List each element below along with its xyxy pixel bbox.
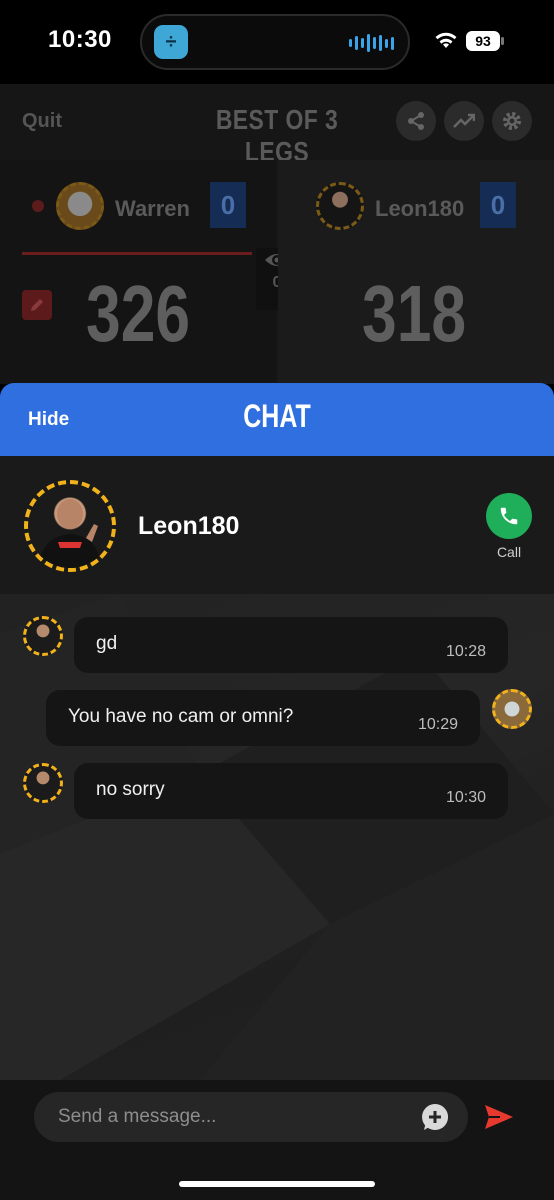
player-card-leon180[interactable]: Leon180 0 318 [278, 160, 554, 384]
message-list[interactable]: gd 10:28 You have no cam or omni? 10:29 … [0, 594, 554, 1080]
clock: 10:30 [48, 26, 112, 53]
remaining-score: 318 [362, 269, 467, 358]
message-input[interactable] [58, 1092, 398, 1142]
legs-won-badge: 0 [210, 182, 246, 228]
player-name: Warren [115, 196, 190, 221]
game-scoreboard: Quit BEST OF 3 LEGS Warren 0 326 0 Leon1… [0, 84, 554, 384]
message-time: 10:29 [417, 716, 458, 733]
dynamic-island[interactable]: ÷ [140, 14, 410, 70]
hide-chat-button[interactable]: Hide [28, 409, 69, 431]
message-text: gd [96, 633, 118, 654]
stats-trend-icon[interactable] [444, 101, 484, 141]
home-indicator[interactable] [179, 1181, 375, 1187]
turn-indicator [32, 200, 44, 212]
battery-icon: 93 [466, 31, 500, 51]
send-icon[interactable] [482, 1100, 516, 1134]
settings-gear-icon[interactable] [492, 101, 532, 141]
avatar [56, 182, 104, 230]
player-name: Leon180 [375, 196, 465, 221]
message-input-wrapper[interactable] [34, 1092, 468, 1142]
share-icon[interactable] [396, 101, 436, 141]
audio-wave-icon [349, 34, 394, 52]
chat-contact-bar: Leon180 Call [0, 456, 554, 594]
players-panel: Warren 0 326 0 Leon180 0 318 [0, 160, 554, 384]
add-emoji-icon[interactable] [420, 1102, 450, 1132]
avatar [23, 763, 63, 803]
call-label: Call [496, 544, 522, 560]
message-time: 10:28 [445, 643, 486, 660]
chat-header: Hide CHAT [0, 383, 554, 456]
match-format-title: BEST OF 3 LEGS [215, 104, 339, 167]
status-bar: 10:30 ÷ 93 [0, 0, 554, 84]
chat-title: CHAT [243, 398, 311, 434]
message-time: 10:30 [445, 789, 486, 806]
phone-icon [500, 507, 518, 525]
message-text: You have no cam or omni? [68, 706, 294, 727]
player-card-warren[interactable]: Warren 0 326 [0, 160, 276, 384]
active-player-underline [22, 252, 252, 255]
edit-score-button[interactable] [22, 290, 52, 320]
quit-button[interactable]: Quit [22, 110, 62, 133]
avatar [316, 182, 364, 230]
game-topbar: Quit BEST OF 3 LEGS [0, 84, 554, 167]
remaining-score: 326 [86, 269, 191, 358]
message-bubble: no sorry 10:30 [74, 763, 508, 819]
avatar[interactable] [24, 480, 116, 572]
legs-won-badge: 0 [480, 182, 516, 228]
avatar [492, 689, 532, 729]
message-text: no sorry [96, 779, 165, 800]
battery-tip [501, 37, 504, 45]
wifi-icon [435, 32, 457, 48]
message-bubble: gd 10:28 [74, 617, 508, 673]
call-button[interactable] [486, 493, 532, 539]
pencil-icon [31, 299, 43, 311]
avatar [23, 616, 63, 656]
message-bubble: You have no cam or omni? 10:29 [46, 690, 480, 746]
app-icon: ÷ [154, 25, 188, 59]
contact-name: Leon180 [138, 512, 240, 540]
